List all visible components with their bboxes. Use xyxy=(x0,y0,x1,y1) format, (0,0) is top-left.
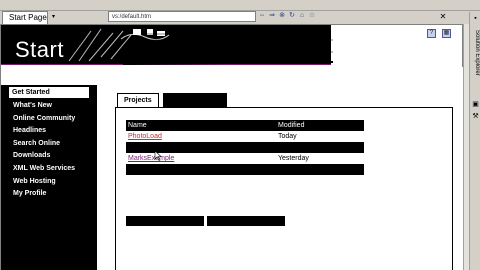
address-field[interactable]: vs:/default.htm xyxy=(108,11,256,22)
main-content: Projects Name Modified PhotoLoad Today M… xyxy=(97,67,463,270)
table-header: Name Modified xyxy=(126,120,364,131)
nav-get-started[interactable]: Get Started xyxy=(9,87,89,98)
nav-my-profile[interactable]: My Profile xyxy=(1,188,97,201)
browser-nav: ⇔ ⇒ ⊗ ↻ ⌂ ☆ xyxy=(258,12,316,22)
nav-headlines[interactable]: Headlines xyxy=(1,125,97,138)
content-tabs: Projects xyxy=(117,93,227,107)
help-icon[interactable]: ? xyxy=(427,29,436,38)
left-nav: Get Started What's New Online Community … xyxy=(1,85,97,270)
column-modified: Modified xyxy=(278,122,305,129)
settings-icon[interactable]: ▦ xyxy=(442,29,451,38)
nav-search-online[interactable]: Search Online xyxy=(1,138,97,151)
open-project-button[interactable] xyxy=(126,216,204,226)
tab-other[interactable] xyxy=(162,93,227,107)
project-name-cell: PhotoLoad xyxy=(126,131,276,142)
projects-table: Name Modified PhotoLoad Today MarksExamp… xyxy=(126,120,364,175)
refresh-icon[interactable]: ↻ xyxy=(288,12,296,20)
home-icon[interactable]: ⌂ xyxy=(298,12,306,20)
nav-xml-web-services[interactable]: XML Web Services xyxy=(1,163,97,176)
projects-panel: Name Modified PhotoLoad Today MarksExamp… xyxy=(115,107,453,270)
close-icon[interactable]: ✕ xyxy=(438,12,448,22)
project-modified-cell: Yesterday xyxy=(278,155,309,162)
nav-whats-new[interactable]: What's New xyxy=(1,100,97,113)
tab-projects[interactable]: Projects xyxy=(117,93,159,107)
toolbar xyxy=(0,0,480,11)
project-modified-cell: Today xyxy=(278,133,297,140)
column-name: Name xyxy=(128,122,147,129)
stop-icon[interactable]: ⊗ xyxy=(278,12,286,20)
properties-icon[interactable]: ▣ xyxy=(471,100,480,109)
pin-icon[interactable]: ▪ xyxy=(471,14,480,23)
mouse-cursor xyxy=(154,151,162,161)
right-dock: ▪ Solution Explorer ▣ ⚒ xyxy=(469,12,480,270)
toolbox-icon[interactable]: ⚒ xyxy=(471,112,480,121)
back-icon[interactable]: ⇔ xyxy=(258,12,266,20)
new-project-button[interactable] xyxy=(207,216,285,226)
forward-icon[interactable]: ⇒ xyxy=(268,12,276,20)
tab-start-page[interactable]: Start Page xyxy=(2,11,48,24)
solution-explorer-tab[interactable]: Solution Explorer xyxy=(471,30,480,76)
project-actions xyxy=(126,216,285,226)
chevron-down-icon[interactable]: ▾ xyxy=(52,13,60,21)
start-page: Start ? ▦ Get Started What's New Online … xyxy=(0,24,463,270)
nav-web-hosting[interactable]: Web Hosting xyxy=(1,176,97,189)
nav-downloads[interactable]: Downloads xyxy=(1,150,97,163)
header-scanlines xyxy=(123,33,333,65)
ide-window: Start Page ▾ vs:/default.htm ⇔ ⇒ ⊗ ↻ ⌂ ☆… xyxy=(0,0,480,270)
favorites-icon[interactable]: ☆ xyxy=(308,12,316,20)
nav-online-community[interactable]: Online Community xyxy=(1,113,97,126)
page-tools: ? ▦ xyxy=(427,29,451,38)
project-link[interactable]: MarksExample xyxy=(128,155,174,162)
table-row[interactable]: PhotoLoad Today xyxy=(126,131,364,142)
project-name-cell: MarksExample xyxy=(126,153,276,164)
project-link[interactable]: PhotoLoad xyxy=(128,133,162,140)
page-title: Start xyxy=(15,37,64,62)
row-separator xyxy=(126,164,364,175)
